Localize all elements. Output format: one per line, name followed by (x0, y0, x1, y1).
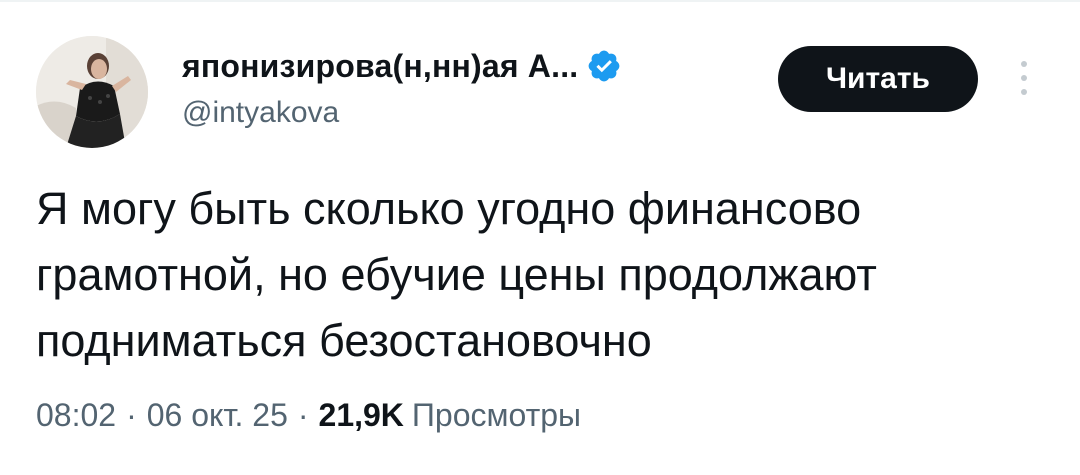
author-name-row: японизирова(н,нн)ая А... (182, 46, 622, 86)
more-options-button[interactable] (1002, 50, 1046, 106)
tweet-time[interactable]: 08:02 (36, 397, 116, 434)
avatar[interactable] (36, 36, 148, 148)
tweet-meta: 08:02 · 06 окт. 25 · 21,9K Просмотры (36, 390, 581, 440)
views-label: Просмотры (411, 396, 582, 433)
tweet-date[interactable]: 06 окт. 25 (147, 397, 288, 434)
meta-separator: · (297, 396, 309, 433)
vertical-ellipsis-icon (1021, 61, 1027, 95)
tweet-card: японизирова(н,нн)ая А... @intyakova Чита… (0, 0, 1080, 475)
author-display-name[interactable]: японизирова(н,нн)ая А... (182, 48, 578, 85)
verified-badge-icon (586, 48, 622, 84)
tweet-text: Я могу быть сколько угодно финансово гра… (36, 183, 877, 366)
author-handle[interactable]: @intyakova (182, 96, 339, 130)
avatar-photo (36, 36, 148, 148)
meta-separator: · (126, 396, 137, 433)
views-count: 21,9K (318, 396, 404, 433)
follow-button[interactable]: Читать (778, 46, 978, 112)
